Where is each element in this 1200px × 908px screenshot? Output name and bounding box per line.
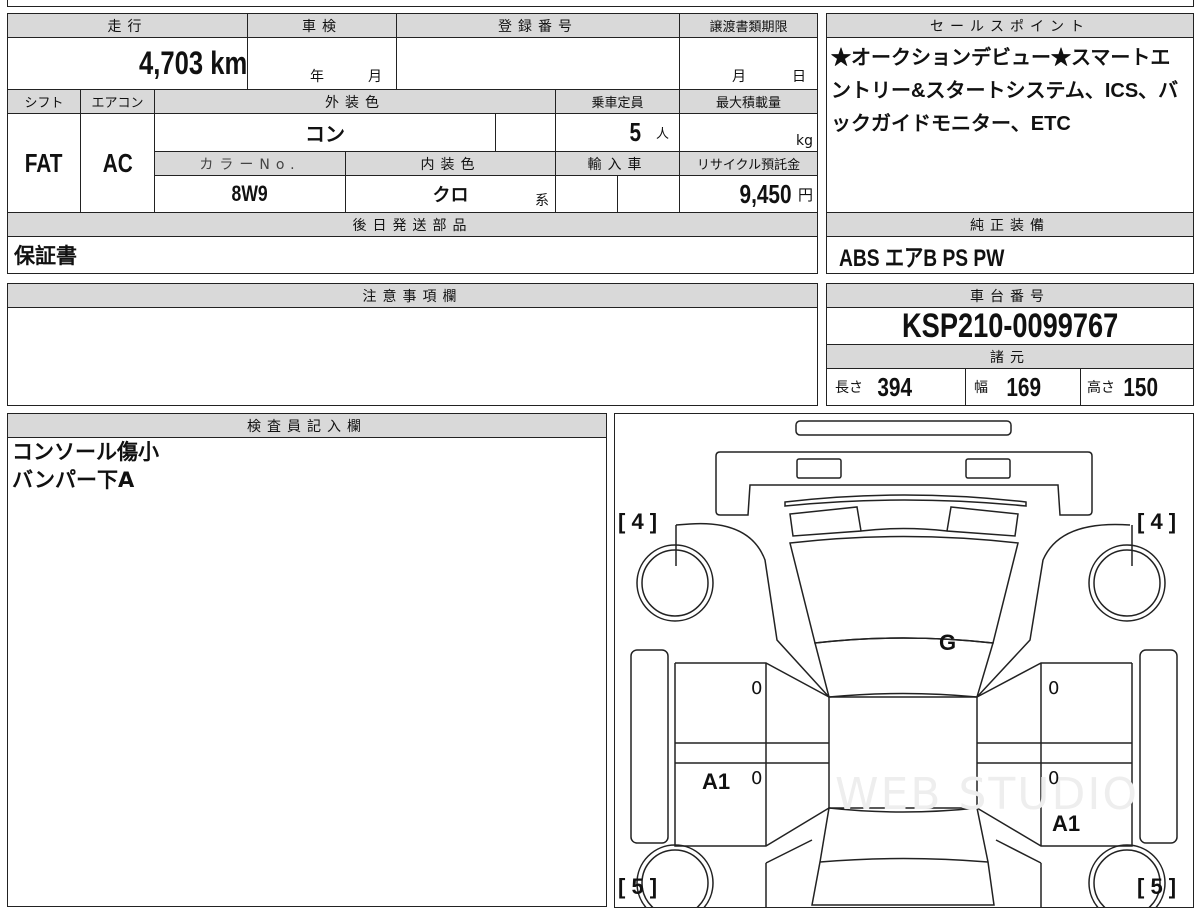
standard-equipment-value: ABS エアB PS PW xyxy=(839,244,1005,272)
fog-lamp-left xyxy=(795,457,842,479)
rear-left-tire-grade: [ 5 ] xyxy=(618,874,658,899)
capacity-header: 乗車定員 xyxy=(555,89,680,114)
inspector-line: コンソール傷小 xyxy=(12,440,159,464)
max-load-unit: kg xyxy=(796,133,813,149)
fog-lamp-right xyxy=(964,457,1011,479)
color-no-header: カラーNo. xyxy=(154,151,346,176)
import-cell xyxy=(555,175,618,213)
wheels xyxy=(635,543,1166,907)
sales-point-header: セールスポイント xyxy=(826,13,1194,38)
front-right-tire-grade: [ 4 ] xyxy=(1137,509,1177,534)
length-label: 長さ xyxy=(835,380,863,396)
later-parts-header: 後日発送部品 xyxy=(7,212,818,237)
watermark: WEB STUDIO xyxy=(835,769,1139,820)
recycle-unit: 円 xyxy=(797,185,813,204)
height-label: 高さ xyxy=(1087,380,1115,396)
inspector-body: コンソール傷小 バンパー下A xyxy=(7,437,607,907)
registration-value xyxy=(396,37,680,90)
mileage-value: 4,703 km xyxy=(138,45,247,81)
rear-right-fender-mark: A1 xyxy=(1052,811,1081,836)
rear-fenders xyxy=(764,838,1042,907)
door-fl-mark: 0 xyxy=(751,678,763,699)
capacity-unit: 人 xyxy=(655,127,669,142)
import-header: 輸入車 xyxy=(555,151,680,176)
front-left-tire-grade: [ 4 ] xyxy=(618,509,658,534)
shift-value: FAT xyxy=(25,147,63,178)
windshield xyxy=(813,636,994,698)
color-no-value: 8W9 xyxy=(231,181,269,206)
chassis-header: 車台番号 xyxy=(826,283,1194,308)
door-fr-mark: 0 xyxy=(1048,678,1060,699)
mileage-header: 走行 xyxy=(7,13,248,38)
registration-header: 登録番号 xyxy=(396,13,680,38)
rear-glass-trunk xyxy=(810,806,995,906)
headlights xyxy=(788,505,1019,537)
capacity-value: 5 xyxy=(628,117,641,147)
width-value: 169 xyxy=(1006,371,1042,402)
grille xyxy=(783,493,1027,507)
recycle-header: リサイクル預託金 xyxy=(679,151,818,176)
front-bumper xyxy=(714,450,1093,516)
specs-header: 諸元 xyxy=(826,344,1194,369)
door-rr-mark: 0 xyxy=(1048,768,1060,789)
interior-suffix: 系 xyxy=(535,193,549,209)
rear-right-tire-grade: [ 5 ] xyxy=(1137,874,1177,899)
chassis-number: KSP210-0099767 xyxy=(901,307,1119,345)
rear-spoiler xyxy=(794,419,1012,436)
blank-cell xyxy=(495,113,556,152)
max-load-header: 最大積載量 xyxy=(679,89,818,114)
exterior-color-header: 外装色 xyxy=(154,89,556,114)
hood xyxy=(788,535,1019,644)
height-value: 150 xyxy=(1123,371,1159,402)
width-label: 幅 xyxy=(974,380,988,396)
rear-left-fender-mark: A1 xyxy=(702,769,731,794)
day-unit: 日 xyxy=(792,69,806,85)
shift-header: シフト xyxy=(7,89,81,114)
inspector-line: バンパー下A xyxy=(12,468,135,492)
standard-equipment-header: 純正装備 xyxy=(826,212,1194,237)
door-rl-mark: 0 xyxy=(751,768,763,789)
inspection-header: 車検 xyxy=(247,13,397,38)
sales-point-text: ★オークションデビュー★スマートエントリー&スタートシステム、ICS、バックガイ… xyxy=(831,47,1179,135)
notes-header: 注意事項欄 xyxy=(7,283,818,308)
front-fenders xyxy=(675,522,1130,698)
windshield-mark: G xyxy=(939,630,957,655)
car-diagram: WEB STUDIO [ 4 ] [ 4 ] [ 5 ] [ 5 ] G 0 0… xyxy=(614,413,1194,908)
exterior-color-value: コン xyxy=(305,124,345,146)
month-unit: 月 xyxy=(732,69,746,85)
import-cell xyxy=(617,175,680,213)
interior-color-header: 内装色 xyxy=(345,151,556,176)
transfer-deadline-header: 譲渡書類期限 xyxy=(679,13,818,38)
year-unit: 年 xyxy=(310,69,324,85)
later-parts-value: 保証書 xyxy=(14,245,77,268)
length-value: 394 xyxy=(877,371,913,402)
interior-color-value: クロ xyxy=(432,185,469,205)
top-strip xyxy=(7,0,1194,7)
month-unit: 月 xyxy=(368,69,382,85)
aircon-value: AC xyxy=(102,147,133,178)
inspector-header: 検査員記入欄 xyxy=(7,413,607,438)
aircon-header: エアコン xyxy=(80,89,155,114)
recycle-value: 9,450 xyxy=(739,178,792,209)
right-side-skirt xyxy=(1138,648,1178,844)
left-side-skirt xyxy=(629,648,669,844)
notes-body xyxy=(7,307,818,406)
